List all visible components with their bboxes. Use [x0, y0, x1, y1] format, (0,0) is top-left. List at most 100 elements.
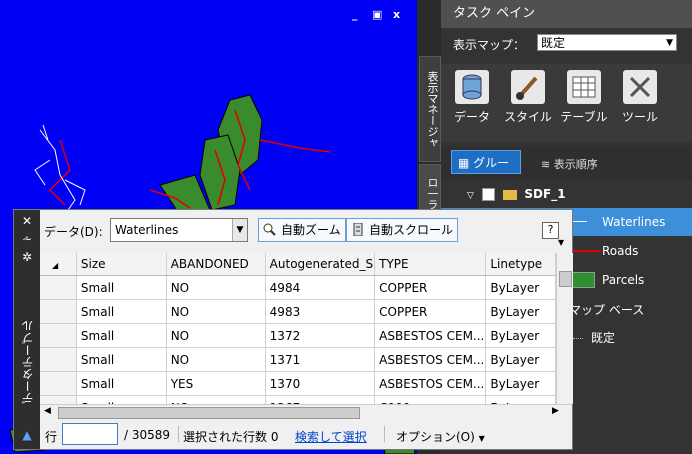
chevron-down-icon: ▼	[478, 434, 485, 443]
cell-linetype[interactable]: ByLayer	[485, 395, 556, 404]
cell-abandoned[interactable]: NO	[166, 323, 266, 348]
tree-node-sdf1[interactable]: ▽ SDF_1	[441, 180, 692, 208]
group-button[interactable]: ▦ グループ	[451, 150, 521, 194]
cell-autogenerated[interactable]: 1371	[265, 347, 376, 372]
table-row[interactable]: Small NO 4983 COPPER ByLayer	[40, 299, 556, 324]
cell-autogenerated[interactable]: 1370	[265, 371, 376, 396]
display-map-value: 既定	[541, 36, 566, 50]
data-tool-button[interactable]: データ	[447, 68, 497, 134]
minimize-icon[interactable]: _	[352, 8, 358, 21]
scroll-left-icon[interactable]: ◀	[44, 406, 51, 416]
zoom-icon	[263, 223, 276, 236]
vertical-scrollbar[interactable]	[556, 253, 573, 404]
horizontal-scrollbar[interactable]: ◀ ▶	[40, 404, 572, 420]
map-base-label: マップ ベース	[569, 303, 645, 317]
table-tool-label: テーブル	[560, 110, 608, 124]
table-row[interactable]: Small NO 1372 ASBESTOS CEM... ByLayer	[40, 323, 556, 348]
scroll-right-icon[interactable]: ▶	[552, 406, 559, 416]
cell-size[interactable]: Small	[76, 395, 167, 404]
cell-size[interactable]: Small	[76, 323, 167, 348]
tab-display-manager[interactable]: 表示マネージャ	[419, 56, 441, 162]
column-header-autogenerated[interactable]: Autogenerated_S	[265, 253, 376, 276]
column-header-size[interactable]: Size	[76, 253, 167, 276]
column-header-abandoned[interactable]: ABANDONED	[166, 253, 266, 276]
options-dropdown[interactable]: オプション(O) ▼	[396, 428, 485, 445]
restore-icon[interactable]: ▣	[372, 8, 382, 21]
cell-size[interactable]: Small	[76, 347, 167, 372]
row-header[interactable]	[40, 275, 77, 300]
cell-abandoned[interactable]: NO	[166, 347, 266, 372]
vertical-scroll-thumb[interactable]	[559, 271, 572, 287]
column-header-linetype[interactable]: Linetype	[485, 253, 556, 276]
overflow-chevron-icon[interactable]: ▼	[558, 238, 564, 247]
column-header-type[interactable]: TYPE	[374, 253, 487, 276]
cell-type[interactable]: ASBESTOS CEM...	[374, 347, 487, 372]
table-row[interactable]: Small NO 1367 C900 ByLayer	[40, 395, 556, 404]
data-grid-table: ◢ Size ABANDONED Autogenerated_S TYPE Li…	[40, 253, 556, 404]
divider	[384, 426, 385, 442]
row-header[interactable]	[40, 323, 77, 348]
tools-tool-button[interactable]: ツール	[615, 68, 665, 134]
cell-type[interactable]: COPPER	[374, 275, 487, 300]
data-source-value: Waterlines	[115, 223, 179, 237]
auto-scroll-button[interactable]: 自動スクロール	[346, 218, 459, 242]
help-button[interactable]: ?	[542, 222, 559, 239]
cell-abandoned[interactable]: NO	[166, 275, 266, 300]
style-tool-button[interactable]: スタイル	[503, 68, 553, 134]
cell-linetype[interactable]: ByLayer	[485, 347, 556, 372]
data-grid: ◢ Size ABANDONED Autogenerated_S TYPE Li…	[40, 253, 556, 404]
row-header[interactable]	[40, 347, 77, 372]
sdf1-checkbox[interactable]	[481, 188, 495, 201]
table-icon	[567, 70, 601, 104]
row-header[interactable]	[40, 395, 77, 404]
auto-zoom-button[interactable]: 自動ズーム	[258, 218, 346, 242]
select-all-corner[interactable]: ◢	[40, 253, 77, 276]
cell-autogenerated[interactable]: 1367	[265, 395, 376, 404]
table-row[interactable]: Small NO 1371 ASBESTOS CEM... ByLayer	[40, 347, 556, 372]
cell-linetype[interactable]: ByLayer	[485, 323, 556, 348]
table-row[interactable]: Small NO 4984 COPPER ByLayer	[40, 275, 556, 300]
cell-size[interactable]: Small	[76, 299, 167, 324]
autohide-icon[interactable]: ⩪	[20, 232, 34, 246]
search-and-select-link[interactable]: 検索して選択	[295, 428, 367, 445]
tree-connector	[573, 338, 583, 339]
row-header[interactable]	[40, 371, 77, 396]
cell-type[interactable]: COPPER	[374, 299, 487, 324]
cell-linetype[interactable]: ByLayer	[485, 299, 556, 324]
cell-size[interactable]: Small	[76, 275, 167, 300]
cell-type[interactable]: C900	[374, 395, 487, 404]
cell-type[interactable]: ASBESTOS CEM...	[374, 323, 487, 348]
cell-size[interactable]: Small	[76, 371, 167, 396]
style-tool-label: スタイル	[503, 110, 552, 124]
wrench-icon	[623, 70, 657, 104]
selected-row-count: 選択された行数 0	[183, 430, 279, 444]
table-tool-button[interactable]: テーブル	[559, 68, 609, 134]
cell-autogenerated[interactable]: 1372	[265, 323, 376, 348]
data-source-select[interactable]: Waterlines ▼	[110, 218, 248, 242]
roads-label: Roads	[602, 244, 639, 258]
horizontal-scroll-thumb[interactable]	[58, 407, 360, 419]
cell-autogenerated[interactable]: 4984	[265, 275, 376, 300]
close-icon[interactable]: x	[393, 8, 400, 21]
row-number-input[interactable]	[62, 423, 118, 445]
chevron-down-icon[interactable]: ▼	[232, 219, 247, 241]
data-table-main: データ(D): Waterlines ▼ 自動ズーム 自動スクロール ? ▼ ◢…	[40, 210, 573, 449]
divider	[178, 426, 179, 442]
draw-order-label: 表示順序	[553, 158, 598, 171]
table-row[interactable]: Small YES 1370 ASBESTOS CEM... ByLayer	[40, 371, 556, 396]
collapse-arrow-icon[interactable]: ▽	[467, 191, 474, 201]
cell-autogenerated[interactable]: 4983	[265, 299, 376, 324]
data-label: データ(D):	[44, 225, 103, 239]
cell-linetype[interactable]: ByLayer	[485, 371, 556, 396]
cell-type[interactable]: ASBESTOS CEM...	[374, 371, 487, 396]
draw-order-button[interactable]: ≋ 表示順序	[541, 156, 598, 172]
cell-abandoned[interactable]: NO	[166, 299, 266, 324]
cell-abandoned[interactable]: YES	[166, 371, 266, 396]
cell-linetype[interactable]: ByLayer	[485, 275, 556, 300]
layers-icon: ≋	[541, 158, 554, 171]
close-icon[interactable]: ✕	[20, 214, 34, 228]
display-map-select[interactable]: 既定 ▼	[537, 34, 677, 51]
row-header[interactable]	[40, 299, 77, 324]
cell-abandoned[interactable]: NO	[166, 395, 266, 404]
gear-icon[interactable]: ✲	[20, 250, 34, 264]
